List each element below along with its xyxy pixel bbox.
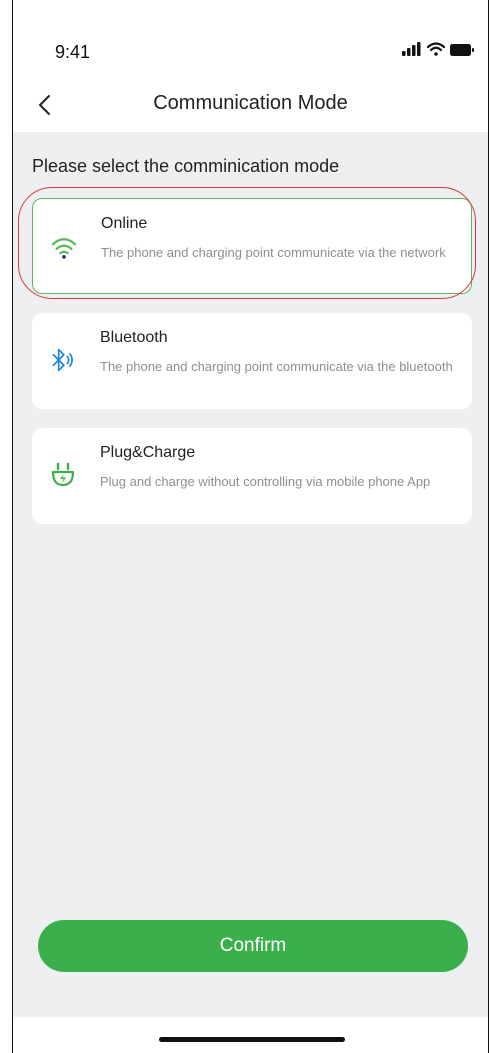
signal-icon [402,42,422,61]
status-time: 9:41 [55,42,91,62]
navigation-bar: Communication Mode [13,80,488,132]
option-description: Plug and charge without controlling via … [100,474,431,489]
option-title: Plug&Charge [100,444,196,461]
bluetooth-icon [50,347,76,373]
status-bar: 9:41 [13,0,488,80]
status-icons [402,42,474,61]
section-label: Please select the comminication mode [32,156,340,176]
option-plug-and-charge[interactable]: Plug&Charge Plug and charge without cont… [32,428,472,524]
option-bluetooth[interactable]: Bluetooth The phone and charging point c… [32,313,472,409]
page-title: Communication Mode [153,92,348,114]
wifi-icon [51,235,77,261]
confirm-button[interactable]: Confirm [38,920,468,972]
content-area: Please select the comminication mode Onl… [13,132,488,1017]
battery-icon [450,43,474,61]
option-title: Bluetooth [100,329,168,346]
option-description: The phone and charging point communicate… [101,245,446,260]
home-indicator[interactable] [159,1037,345,1042]
option-description: The phone and charging point communicate… [100,359,453,374]
option-online[interactable]: Online The phone and charging point comm… [32,198,472,294]
home-indicator-area [13,1017,488,1053]
option-title: Online [101,215,148,232]
wifi-status-icon [426,42,446,61]
plug-charge-icon [50,462,76,488]
phone-screen: 9:41 Communication Mode Please select th… [12,0,489,1053]
